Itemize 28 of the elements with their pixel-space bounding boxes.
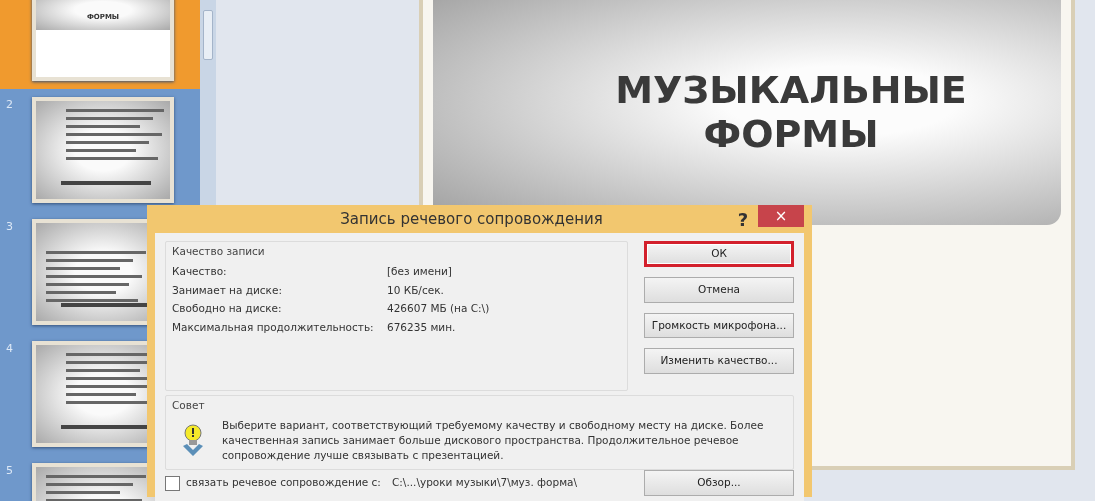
close-button[interactable]: × (758, 205, 804, 227)
dialog-button[interactable]: ОК (644, 241, 794, 267)
slide-number: 4 (6, 341, 14, 357)
field-value: [без имени] (387, 263, 453, 279)
dialog-button[interactable]: Изменить качество... (644, 348, 794, 374)
folder-path: C:\...\уроки музыки\7\муз. форма\ (392, 475, 579, 491)
browse-button[interactable]: Обзор... (644, 470, 794, 497)
dialog-title: Запись речевого сопровождения (339, 208, 604, 230)
help-button[interactable]: ? (728, 205, 758, 233)
slide-title: МУЗЫКАЛЬНЫЕ ФОРМЫ (614, 68, 968, 157)
field-label: Свободно на диске: (172, 301, 283, 317)
field-label: Качество: (172, 263, 228, 279)
checkbox-label[interactable]: связать речевое сопровождение с: (186, 475, 386, 492)
scrollbar-thumb[interactable] (203, 10, 213, 60)
dialog-button[interactable]: Отмена (644, 276, 794, 303)
slide-number: 3 (6, 219, 14, 235)
group-label: Совет (172, 398, 206, 413)
field-label: Занимает на диске: (172, 282, 283, 298)
checkbox[interactable] (165, 475, 180, 491)
field-value: 426607 МБ (на C:\) (387, 301, 491, 317)
field-label: Максимальная продолжительность: (172, 320, 375, 335)
tip-text: Выберите вариант, соответствующий требуемому качеству и свободному месту на диске. Более качественная запись занимает больше дискового пространства. Продолжительное речевое сопровождение лучше связывать с презентацией. (222, 417, 765, 464)
slide-number: 5 (6, 463, 14, 479)
field-value: 676235 мин. (387, 320, 457, 335)
dialog-button[interactable]: Громкость микрофона... (644, 312, 794, 339)
slide-number: 2 (6, 97, 14, 113)
field-value: 10 КБ/сек. (387, 282, 445, 298)
group-label: Качество записи (172, 244, 266, 259)
